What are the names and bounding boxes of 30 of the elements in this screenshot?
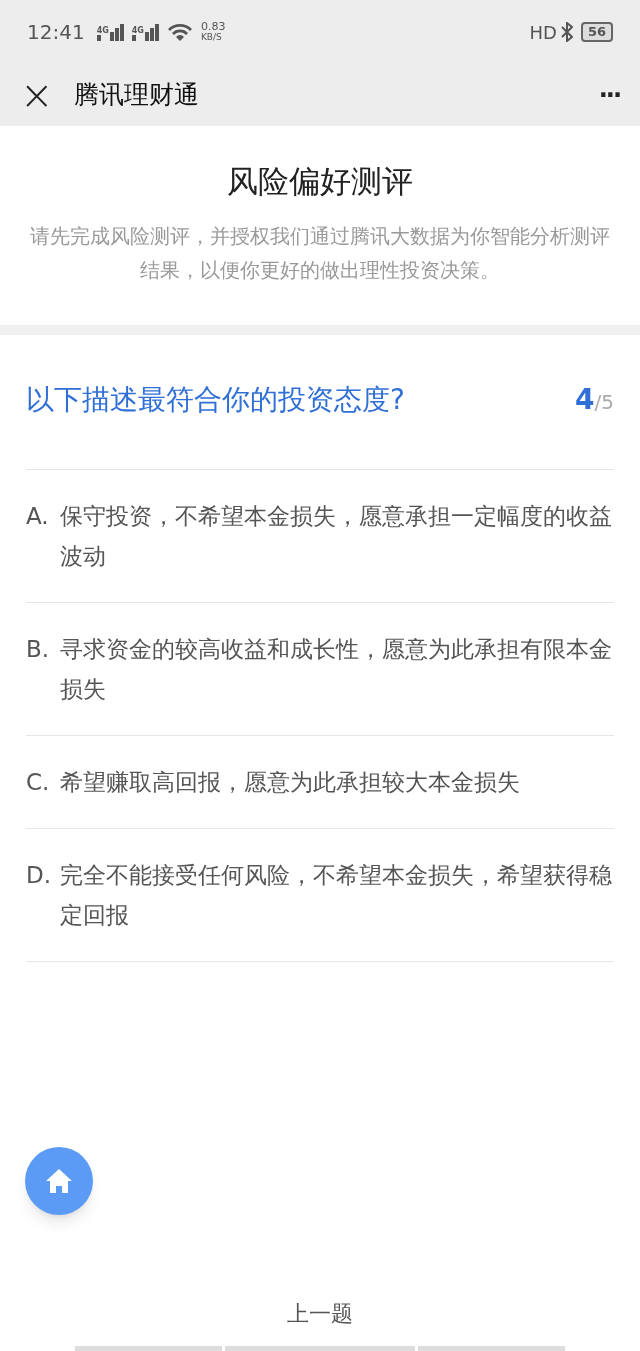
answer-option[interactable]: B. 寻求资金的较高收益和成长性，愿意为此承担有限本金损失: [26, 602, 614, 736]
clock-time: 12:41: [27, 19, 85, 46]
page-title: 腾讯理财通: [73, 79, 199, 112]
wifi-icon: [166, 22, 193, 42]
home-button[interactable]: [25, 1147, 93, 1215]
option-letter: B.: [26, 634, 51, 664]
assessment-description: 请先完成风险测评，并授权我们通过腾讯大数据为你智能分析测评结果，以便你更好的做出理性投资决策。: [30, 222, 610, 284]
answer-option[interactable]: A. 保守投资，不希望本金损失，愿意承担一定幅度的收益波动: [26, 469, 614, 603]
previous-question-button[interactable]: 上一题: [287, 1297, 353, 1346]
hd-label: HD: [529, 20, 557, 45]
answer-option[interactable]: C. 希望赚取高回报，愿意为此承担较大本金损失: [26, 735, 614, 829]
option-text: 希望赚取高回报，愿意为此承担较大本金损失: [60, 767, 520, 797]
option-letter: C.: [26, 767, 51, 797]
option-letter: D.: [26, 860, 53, 890]
option-text: 完全不能接受任何风险，不希望本金损失，希望获得稳定回报: [60, 860, 613, 930]
assessment-title: 风险偏好测评: [227, 162, 413, 201]
bluetooth-icon: [560, 22, 573, 42]
home-icon: [45, 1168, 73, 1194]
question-text: 以下描述最符合你的投资态度?: [26, 381, 405, 418]
speed-unit: KB/S: [200, 32, 223, 42]
question-number: 4: [575, 381, 595, 418]
option-letter: A.: [26, 501, 50, 531]
question-total: /5: [594, 389, 614, 416]
speed-value: 0.83: [200, 22, 226, 32]
more-button[interactable]: ···: [598, 77, 620, 113]
battery-indicator: 56: [580, 22, 613, 42]
option-text: 保守投资，不希望本金损失，愿意承担一定幅度的收益波动: [60, 501, 613, 571]
close-button[interactable]: ×: [20, 75, 54, 115]
answer-option[interactable]: D. 完全不能接受任何风险，不希望本金损失，希望获得稳定回报: [26, 828, 614, 962]
option-text: 寻求资金的较高收益和成长性，愿意为此承担有限本金损失: [60, 634, 613, 704]
